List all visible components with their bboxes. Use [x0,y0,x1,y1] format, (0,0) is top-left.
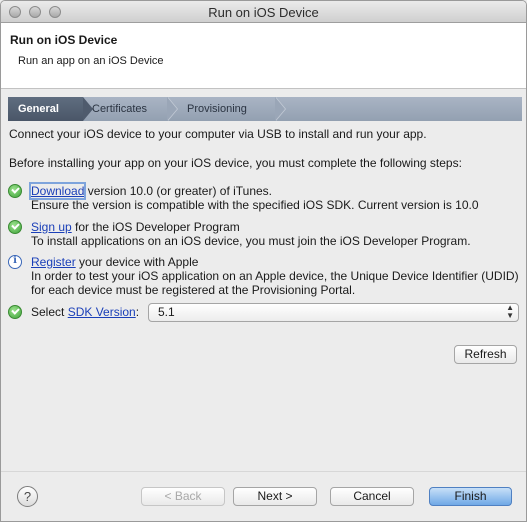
step-line: Register your device with Apple [31,255,519,269]
step-text: your device with Apple [75,255,199,269]
sdk-version-value: 5.1 [158,305,175,319]
breadcrumb-arrow-icon [275,97,285,121]
help-icon[interactable]: ? [17,486,38,507]
sdk-version-link[interactable]: SDK Version [68,305,136,319]
updown-arrows-icon: ▲ ▼ [506,303,514,320]
check-icon [8,305,22,319]
tab-certificates[interactable]: Certificates [92,97,147,121]
intro-text: Connect your iOS device to your computer… [9,127,427,141]
step-line: Select SDK Version: [31,305,139,319]
refresh-button[interactable]: Refresh [454,345,517,364]
window-title: Run on iOS Device [208,5,319,20]
finish-button[interactable]: Finish [429,487,512,506]
step-download-itunes: Download version 10.0 (or greater) of iT… [8,182,479,212]
step-select-sdk: Select SDK Version: [8,305,139,319]
step-line: Sign up for the iOS Developer Program [31,220,471,234]
title-bar[interactable]: Run on iOS Device [1,1,526,23]
page-subtitle: Run an app on an iOS Device [18,55,164,67]
steps-intro-text: Before installing your app on your iOS d… [9,156,462,170]
step-detail: To install applications on an iOS device… [31,234,471,248]
step-detail: In order to test your iOS application on… [31,269,519,283]
breadcrumb-arrow-icon [167,97,177,121]
info-icon: i [8,255,22,269]
step-line: Download version 10.0 (or greater) of iT… [28,182,479,200]
step-text: for the iOS Developer Program [71,220,240,234]
step-developer-program: Sign up for the iOS Developer Program To… [8,220,471,248]
page-title: Run on iOS Device [10,33,118,47]
wizard-steps-breadcrumb: General Certificates Provisioning [8,97,522,121]
divider [1,471,526,472]
tab-provisioning[interactable]: Provisioning [187,97,247,121]
step-text: version 10.0 (or greater) of iTunes. [84,184,273,198]
step-detail: for each device must be registered at th… [31,283,356,297]
check-icon [8,220,22,234]
download-itunes-link[interactable]: Download [28,182,87,200]
sign-up-link[interactable]: Sign up [31,220,72,234]
check-icon [8,184,22,198]
step-text: : [135,305,140,319]
step-detail: Ensure the version is compatible with th… [31,198,479,212]
wizard-header: Run on iOS Device Run an app on an iOS D… [1,23,526,89]
cancel-button[interactable]: Cancel [330,487,414,506]
back-button[interactable]: < Back [141,487,225,506]
dialog-window: Run on iOS Device Run on iOS Device Run … [0,0,527,522]
register-link[interactable]: Register [31,255,76,269]
tab-general[interactable]: General [8,97,83,121]
next-button[interactable]: Next > [233,487,317,506]
step-register-device: i Register your device with Apple In ord… [8,255,519,297]
sdk-version-select[interactable]: 5.1 ▲ ▼ [148,303,519,322]
step-prefix: Select [31,305,68,319]
